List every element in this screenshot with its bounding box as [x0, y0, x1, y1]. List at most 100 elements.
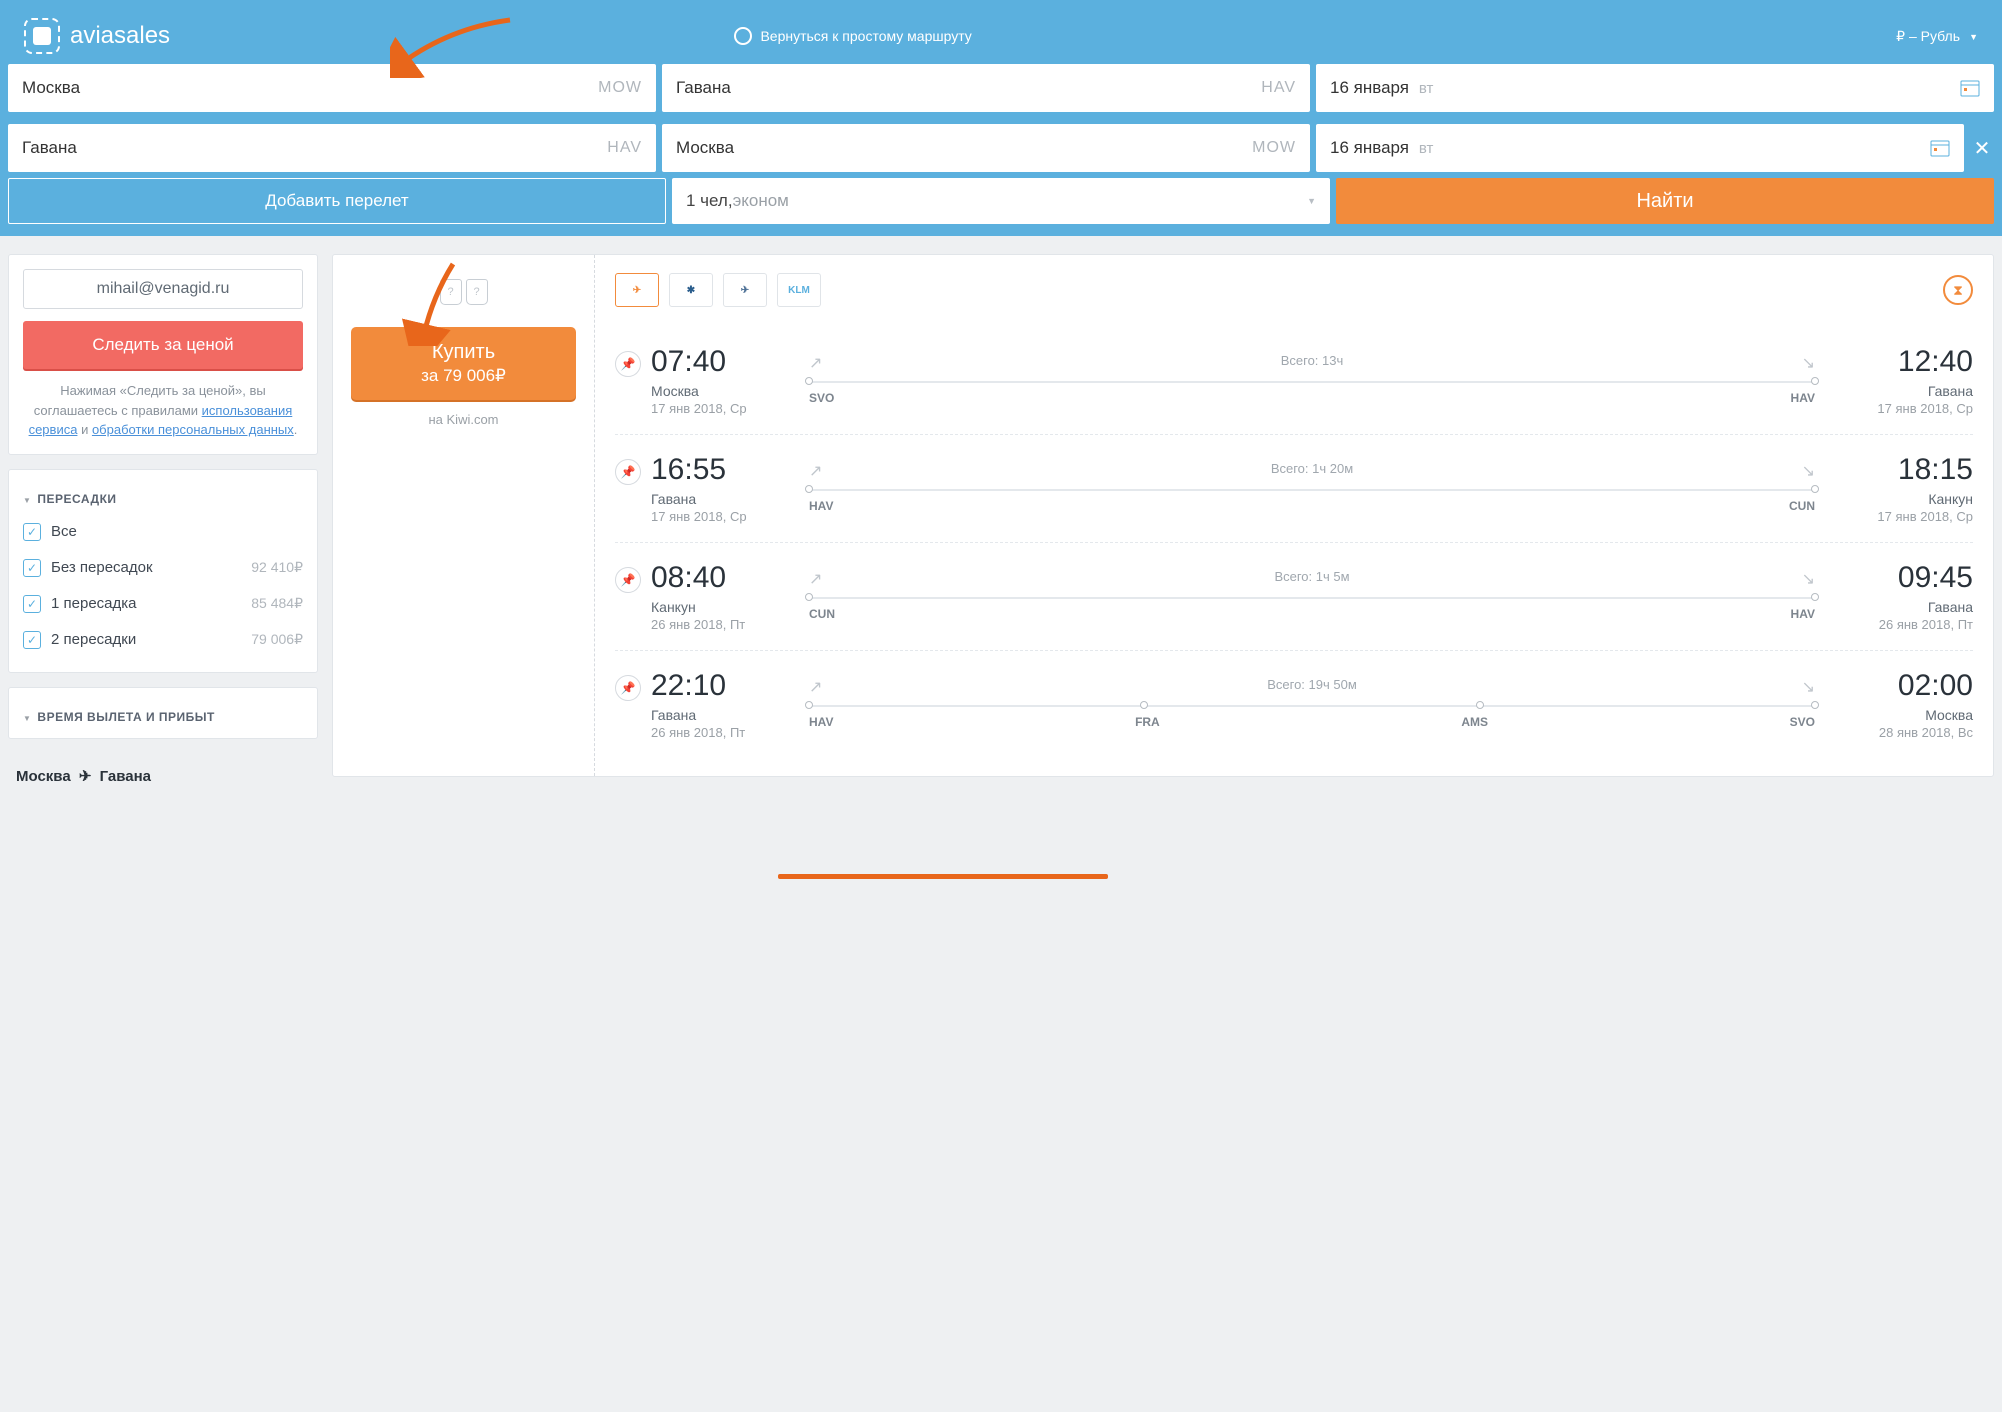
checkbox-icon[interactable]: ✓	[23, 559, 41, 577]
close-icon: ✕	[1974, 136, 1991, 161]
dep-city: Москва	[651, 383, 791, 399]
checkbox-icon[interactable]: ✓	[23, 523, 41, 541]
refresh-icon	[734, 27, 752, 45]
transfer-option[interactable]: ✓ Все	[23, 514, 303, 550]
transfer-label: Без пересадок	[51, 559, 251, 576]
stop-code: CUN	[1789, 499, 1815, 513]
logo[interactable]: aviasales	[24, 18, 170, 54]
arr-city: Москва	[1833, 707, 1973, 723]
stop-code: HAV	[809, 715, 833, 729]
land-icon: ↘	[1802, 677, 1815, 697]
origin-input-2[interactable]	[22, 138, 607, 158]
date-weekday-1: вт	[1419, 80, 1434, 97]
privacy-link[interactable]: обработки персональных данных	[92, 422, 294, 437]
seller-label: на Kiwi.com	[428, 412, 498, 427]
departure: 08:40 Канкун 26 янв 2018, Пт	[651, 561, 791, 632]
departure: 07:40 Москва 17 янв 2018, Ср	[651, 345, 791, 416]
destination-input-1[interactable]	[676, 78, 1261, 98]
stop-code: CUN	[809, 607, 835, 621]
destination-field-1[interactable]: HAV	[662, 64, 1310, 112]
arrival: 02:00 Москва 28 янв 2018, Вс	[1833, 669, 1973, 740]
takeoff-icon: ↗	[809, 569, 822, 589]
arr-time: 02:00	[1833, 669, 1973, 703]
logo-icon	[24, 18, 60, 54]
arr-date: 17 янв 2018, Ср	[1833, 509, 1973, 524]
arrival: 18:15 Канкун 17 янв 2018, Ср	[1833, 453, 1973, 524]
transfer-option[interactable]: ✓ Без пересадок 92 410₽	[23, 550, 303, 586]
origin-field-2[interactable]: HAV	[8, 124, 656, 172]
land-icon: ↘	[1802, 353, 1815, 373]
pin-button[interactable]: 📌	[615, 675, 641, 701]
transfer-label: 1 пересадка	[51, 595, 251, 612]
passengers-select[interactable]: 1 чел, эконом	[672, 178, 1330, 224]
simple-route-link[interactable]: Вернуться к простому маршруту	[734, 27, 971, 45]
dep-date: 17 янв 2018, Ср	[651, 401, 791, 416]
handbag-icon: ?	[440, 279, 462, 305]
destination-input-2[interactable]	[676, 138, 1252, 158]
timer-icon: ⧗	[1943, 275, 1973, 305]
origin-code-2: HAV	[607, 139, 642, 157]
transfer-label: 2 пересадки	[51, 631, 251, 648]
stop-code: AMS	[1461, 715, 1488, 729]
remove-row-button[interactable]: ✕	[1970, 124, 1994, 172]
arr-date: 28 янв 2018, Вс	[1833, 725, 1973, 740]
carrier-condor-icon: ✈	[615, 273, 659, 307]
buy-button[interactable]: Купить за 79 006₽	[351, 327, 576, 400]
origin-field-1[interactable]: MOW	[8, 64, 656, 112]
simple-route-label: Вернуться к простому маршруту	[760, 28, 971, 44]
route-from: Москва	[16, 768, 71, 785]
checkbox-icon[interactable]: ✓	[23, 595, 41, 613]
currency-label: ₽ – Рубль	[1896, 28, 1960, 44]
calendar-icon	[1960, 79, 1980, 97]
transfer-price: 85 484₽	[251, 595, 303, 612]
transfer-price: 79 006₽	[251, 631, 303, 648]
destination-code-1: HAV	[1261, 79, 1296, 97]
pin-button[interactable]: 📌	[615, 459, 641, 485]
date-weekday-2: вт	[1419, 140, 1434, 157]
search-button[interactable]: Найти	[1336, 178, 1994, 224]
carrier-interjet-icon: ✱	[669, 273, 713, 307]
buy-label: Купить	[351, 341, 576, 364]
transfer-option[interactable]: ✓ 1 пересадка 85 484₽	[23, 586, 303, 622]
transfer-option[interactable]: ✓ 2 пересадки 79 006₽	[23, 622, 303, 658]
dep-date: 17 янв 2018, Ср	[651, 509, 791, 524]
arr-time: 18:15	[1833, 453, 1973, 487]
email-input[interactable]	[23, 269, 303, 309]
watch-price-button[interactable]: Следить за ценой	[23, 321, 303, 369]
dep-city: Гавана	[651, 491, 791, 507]
destination-field-2[interactable]: MOW	[662, 124, 1310, 172]
transfers-title[interactable]: ПЕРЕСАДКИ	[23, 484, 303, 514]
origin-input-1[interactable]	[22, 78, 598, 98]
flight-path: ↗ Всего: 13ч ↘ SVOHAV	[791, 345, 1833, 405]
arrival: 09:45 Гавана 26 янв 2018, Пт	[1833, 561, 1973, 632]
flight-segment: 📌 22:10 Гавана 26 янв 2018, Пт ↗ Всего: …	[615, 651, 1973, 758]
arrival: 12:40 Гавана 17 янв 2018, Ср	[1833, 345, 1973, 416]
time-title[interactable]: ВРЕМЯ ВЫЛЕТА И ПРИБЫТ	[23, 702, 303, 732]
origin-code-1: MOW	[598, 79, 642, 97]
stop-code: FRA	[1135, 715, 1160, 729]
dep-date: 26 янв 2018, Пт	[651, 617, 791, 632]
departure: 16:55 Гавана 17 янв 2018, Ср	[651, 453, 791, 524]
takeoff-icon: ↗	[809, 353, 822, 373]
duration: Всего: 1ч 20м	[1271, 461, 1353, 481]
checkbox-icon[interactable]: ✓	[23, 631, 41, 649]
stop-code: SVO	[1790, 715, 1815, 729]
stop-code: SVO	[809, 391, 834, 405]
flight-segment: 📌 07:40 Москва 17 янв 2018, Ср ↗ Всего: …	[615, 327, 1973, 435]
dep-time: 08:40	[651, 561, 791, 595]
pin-button[interactable]: 📌	[615, 567, 641, 593]
buy-price: за 79 006₽	[351, 366, 576, 386]
pin-button[interactable]: 📌	[615, 351, 641, 377]
watch-price-panel: Следить за ценой Нажимая «Следить за цен…	[8, 254, 318, 455]
date-value-1: 16 января	[1330, 78, 1409, 97]
land-icon: ↘	[1802, 461, 1815, 481]
destination-code-2: MOW	[1252, 139, 1296, 157]
date-field-2[interactable]: 16 января вт	[1316, 124, 1964, 172]
arr-time: 09:45	[1833, 561, 1973, 595]
add-flight-button[interactable]: Добавить перелет	[8, 178, 666, 224]
currency-selector[interactable]: ₽ – Рубль	[1896, 28, 1978, 45]
flight-segment: 📌 16:55 Гавана 17 янв 2018, Ср ↗ Всего: …	[615, 435, 1973, 543]
duration: Всего: 1ч 5м	[1274, 569, 1349, 589]
date-field-1[interactable]: 16 января вт	[1316, 64, 1994, 112]
transfer-price: 92 410₽	[251, 559, 303, 576]
